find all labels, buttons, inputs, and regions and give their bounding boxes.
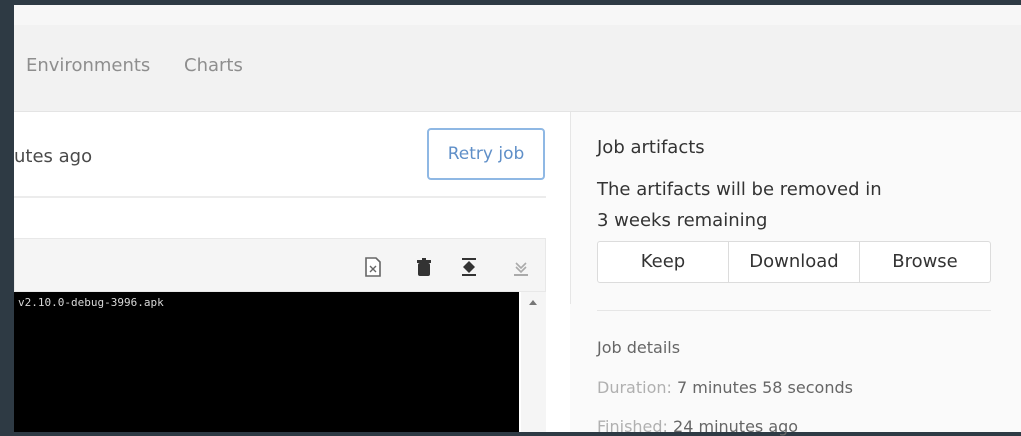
duration-label: Duration: (597, 378, 672, 397)
sub-nav: Environments Charts (14, 25, 1021, 112)
download-button[interactable]: Download (728, 241, 860, 283)
log-toolbar (14, 238, 546, 292)
tab-environments[interactable]: Environments (26, 55, 150, 76)
finished-label: Finished: (597, 417, 668, 436)
right-sidebar: Job artifacts The artifacts will be remo… (571, 112, 1021, 436)
raw-log-icon[interactable] (364, 257, 382, 277)
job-details-title: Job details (597, 338, 681, 357)
browse-button[interactable]: Browse (859, 241, 991, 283)
scroll-top-icon[interactable] (460, 257, 478, 277)
artifacts-expiry-text: The artifacts will be removed in (597, 179, 882, 200)
duration-value: 7 minutes 58 seconds (676, 378, 853, 397)
build-log-terminal[interactable]: v2.10.0-debug-3996.apk (14, 292, 519, 432)
scroll-bottom-icon[interactable] (512, 257, 530, 277)
log-scrollbar[interactable] (521, 292, 546, 432)
artifacts-title: Job artifacts (597, 137, 705, 158)
page: Environments Charts utes ago Retry job v… (14, 5, 1021, 436)
duration-row: Duration: 7 minutes 58 seconds (597, 378, 853, 397)
sidebar-divider (597, 310, 991, 311)
top-strip (14, 5, 1021, 25)
job-main-panel: utes ago Retry job v2.10.0-debug-3996.ap… (14, 112, 570, 432)
erase-icon[interactable] (415, 257, 433, 277)
window-frame-left (0, 0, 14, 432)
log-line: v2.10.0-debug-3996.apk (18, 296, 164, 309)
job-status-time: utes ago (14, 146, 93, 167)
scroll-up-arrow-icon[interactable] (529, 300, 537, 305)
artifacts-remaining-text: 3 weeks remaining (597, 210, 768, 231)
keep-button[interactable]: Keep (597, 241, 729, 283)
finished-row: Finished: 24 minutes ago (597, 417, 798, 436)
retry-job-button[interactable]: Retry job (427, 128, 545, 180)
artifacts-button-group: Keep Download Browse (597, 241, 991, 283)
finished-value: 24 minutes ago (673, 417, 799, 436)
header-divider (14, 196, 546, 198)
tab-charts[interactable]: Charts (184, 55, 243, 76)
